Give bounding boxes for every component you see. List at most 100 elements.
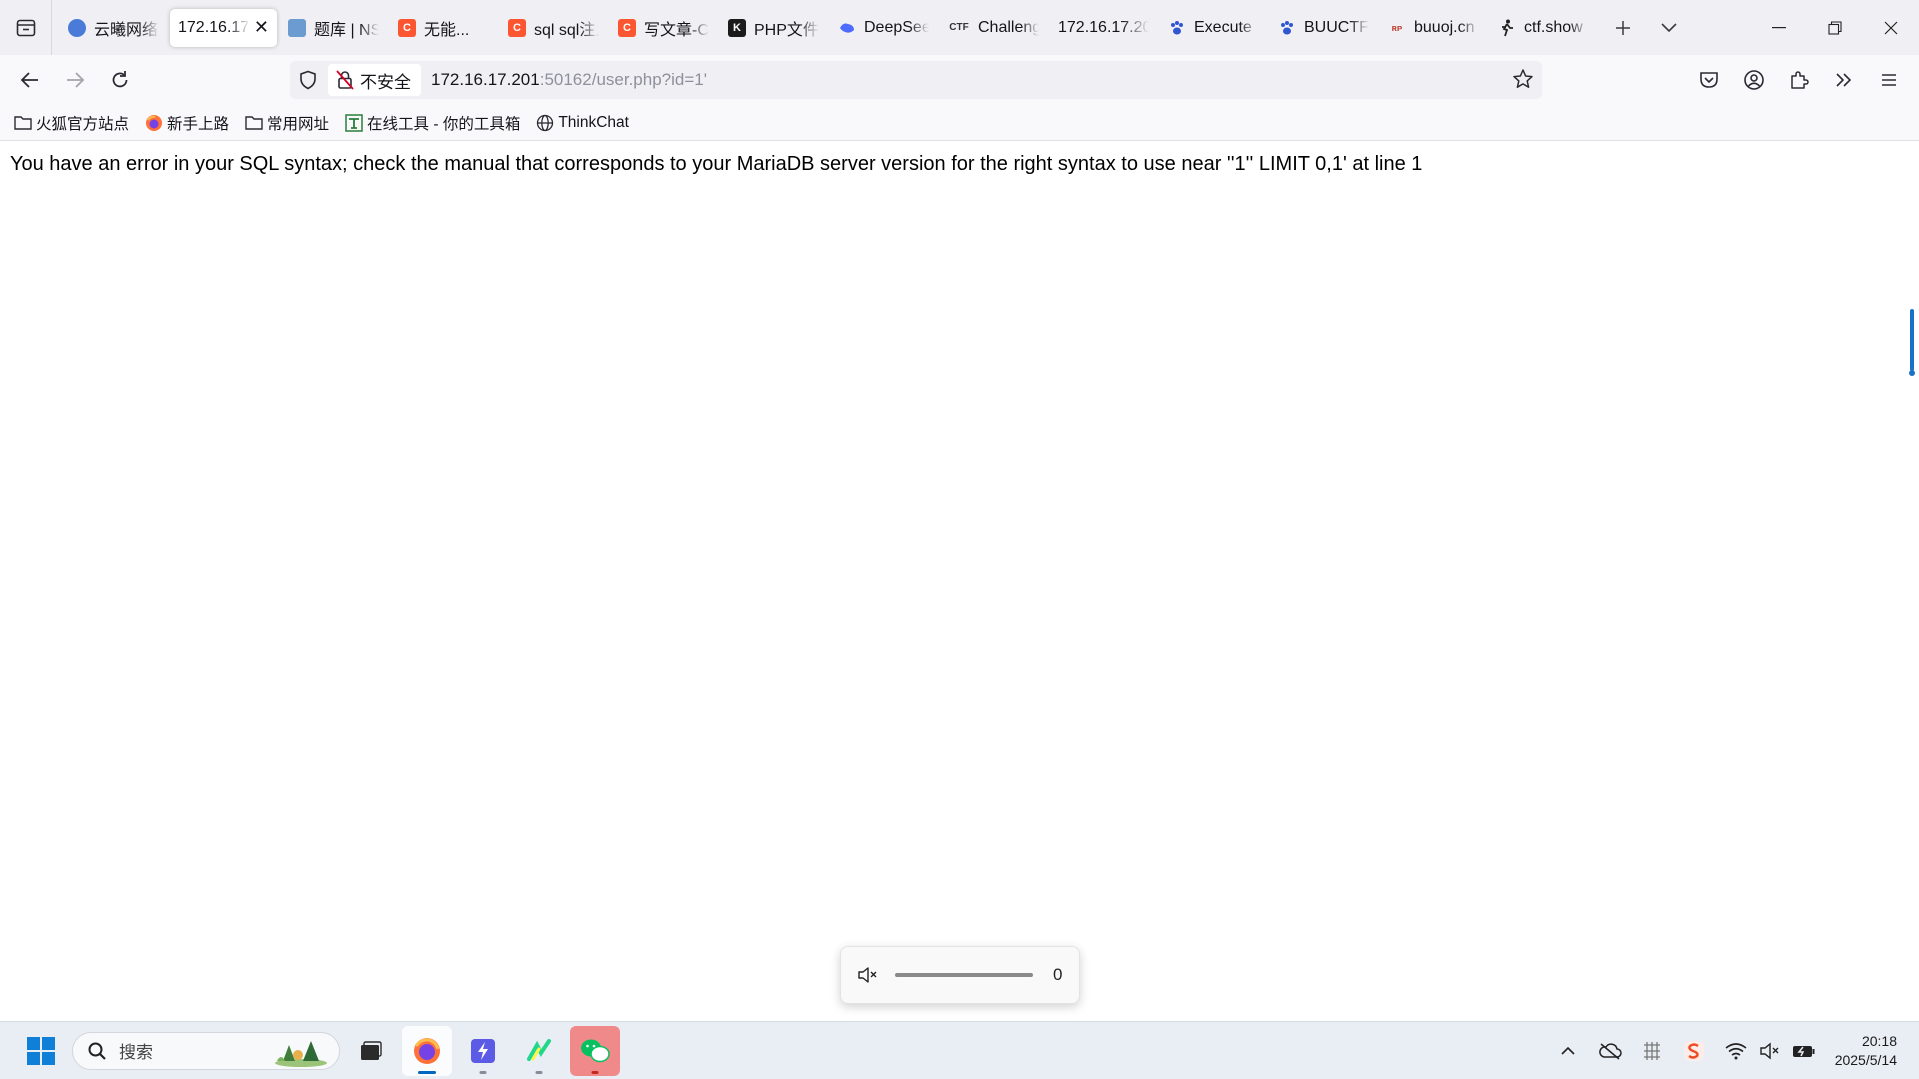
tracking-protection-button[interactable] xyxy=(290,61,326,99)
k-icon: K xyxy=(728,18,746,37)
minimize-icon xyxy=(1772,26,1786,28)
insecure-lock-icon xyxy=(336,70,354,90)
running-indicator xyxy=(591,1070,599,1074)
onedrive-button[interactable] xyxy=(1593,1031,1627,1071)
tab-title: BUUCTF xyxy=(1304,18,1369,36)
tab-csdn-2[interactable]: C sql sql注入 xyxy=(500,9,607,47)
connection-not-secure-button[interactable]: 不安全 xyxy=(328,64,421,96)
tab-strip: 云曦网络 172.16.17.201 ✕ 题库 | NSS C 无能... C … xyxy=(0,0,1919,55)
url-text[interactable]: 172.16.17.201:50162/user.php?id=1' xyxy=(431,70,707,90)
taskbar-firefox[interactable] xyxy=(402,1025,452,1076)
new-tab-button[interactable] xyxy=(1600,0,1646,55)
bookmark-online-tools[interactable]: 在线工具 - 你的工具箱 xyxy=(345,112,520,134)
taskbar-search-box[interactable]: 搜索 xyxy=(72,1031,340,1070)
taskbar-wechat[interactable] xyxy=(570,1025,620,1076)
tab-title: 题库 | NSS xyxy=(314,21,379,39)
window-controls xyxy=(1751,0,1919,55)
baidu-paw-icon xyxy=(1168,19,1186,37)
speaker-muted-icon[interactable] xyxy=(857,966,879,984)
nss-icon xyxy=(288,18,306,37)
overflow-chevron-button[interactable] xyxy=(1822,58,1866,102)
volume-button[interactable] xyxy=(1753,1031,1787,1071)
start-button[interactable] xyxy=(20,1030,62,1072)
running-indicator xyxy=(479,1070,487,1074)
tab-ctfshow[interactable]: ctf.show xyxy=(1490,9,1597,47)
runner-icon xyxy=(1498,19,1516,37)
tab-nss[interactable]: 题库 | NSS xyxy=(280,9,387,47)
bookmark-star-button[interactable] xyxy=(1512,68,1534,95)
taskbar-jetbrains-app[interactable] xyxy=(514,1026,564,1076)
lightning-app-icon xyxy=(471,1038,495,1063)
tab-execute[interactable]: Execute xyxy=(1160,9,1267,47)
bookmark-common-sites[interactable]: 常用网址 xyxy=(245,112,329,134)
forward-button[interactable] xyxy=(53,58,97,102)
taskbar-clock[interactable]: 20:18 2025/5/14 xyxy=(1835,1032,1897,1070)
network-button[interactable] xyxy=(1719,1031,1753,1071)
restore-icon xyxy=(1828,20,1842,35)
show-hidden-icons-button[interactable] xyxy=(1551,1031,1585,1071)
taskbar-dev-app[interactable] xyxy=(458,1026,508,1076)
bookmark-label: 在线工具 - 你的工具箱 xyxy=(367,115,521,133)
tab-title: 写文章-CSDN xyxy=(644,21,709,39)
extensions-button[interactable] xyxy=(1777,58,1821,102)
tab-deepseek[interactable]: DeepSeek xyxy=(830,9,937,47)
tab-buuoj[interactable]: ʀᴘ buuoj.cn xyxy=(1380,9,1487,47)
cloud-icon xyxy=(68,18,86,37)
url-bar[interactable]: 不安全 172.16.17.201:50162/user.php?id=1' xyxy=(290,61,1542,99)
close-icon[interactable]: ✕ xyxy=(254,17,269,38)
csdn-icon: C xyxy=(508,18,526,37)
bookmarks-toolbar: 火狐官方站点 新手上路 常用网址 在线工具 - 你的工具箱 ThinkChat xyxy=(0,105,1919,141)
globe-icon xyxy=(536,114,554,132)
tab-172-second[interactable]: 172.16.17.201 xyxy=(1050,9,1157,47)
tab-challenges[interactable]: CTF Challenges xyxy=(940,9,1047,47)
tab-title: Execute xyxy=(1194,18,1252,36)
firefox-icon xyxy=(145,114,163,132)
plus-icon xyxy=(1616,20,1630,35)
back-button[interactable] xyxy=(8,58,52,102)
star-icon xyxy=(1513,69,1533,88)
chevron-down-icon xyxy=(1661,22,1677,32)
windows-logo-icon xyxy=(27,1036,55,1065)
tab-php[interactable]: K PHP文件 xyxy=(720,9,827,47)
tab-csdn-3[interactable]: C 写文章-CSDN xyxy=(610,9,717,47)
close-icon xyxy=(1884,21,1898,34)
pocket-icon xyxy=(1700,72,1718,88)
csdn-icon: C xyxy=(618,18,636,37)
tab-buuctf[interactable]: BUUCTF xyxy=(1270,9,1377,47)
close-window-button[interactable] xyxy=(1863,0,1919,55)
tab-yunxi[interactable]: 云曦网络 xyxy=(60,9,167,47)
sogou-input-button[interactable] xyxy=(1677,1031,1711,1071)
battery-charging-icon xyxy=(1792,1046,1815,1057)
url-host: 172.16.17.201 xyxy=(431,70,540,89)
bookmark-getting-started[interactable]: 新手上路 xyxy=(145,112,229,134)
double-chevron-icon xyxy=(1836,73,1852,87)
task-view-button[interactable] xyxy=(346,1026,396,1076)
tab-active-172[interactable]: 172.16.17.201 ✕ xyxy=(170,8,277,47)
scroll-indicator[interactable] xyxy=(1909,309,1915,379)
account-button[interactable] xyxy=(1732,58,1776,102)
grid-app-icon xyxy=(1643,1042,1660,1060)
taskbar: 搜索 20:18 2025/5/14 xyxy=(0,1021,1919,1079)
list-all-tabs-button[interactable] xyxy=(1646,0,1692,55)
navigation-toolbar: 不安全 172.16.17.201:50162/user.php?id=1' xyxy=(0,55,1919,105)
speaker-muted-icon xyxy=(1760,1042,1779,1060)
clock-date: 2025/5/14 xyxy=(1834,1052,1897,1068)
csdn-icon: C xyxy=(398,18,416,37)
bookmark-firefox-official[interactable]: 火狐官方站点 xyxy=(14,112,129,134)
tab-title: buuoj.cn xyxy=(1414,18,1475,36)
minimize-button[interactable] xyxy=(1751,0,1807,55)
pocket-button[interactable] xyxy=(1687,58,1731,102)
clock-time: 20:18 xyxy=(1861,1033,1897,1049)
volume-value: 0 xyxy=(1053,965,1063,984)
reload-button[interactable] xyxy=(98,58,142,102)
tab-csdn-1[interactable]: C 无能... xyxy=(390,9,497,47)
tab-title: 无能... xyxy=(424,21,470,39)
bookmark-thinkchat[interactable]: ThinkChat xyxy=(536,114,629,132)
app-menu-button[interactable] xyxy=(1867,58,1911,102)
tray-app-button[interactable] xyxy=(1635,1031,1669,1071)
battery-button[interactable] xyxy=(1787,1031,1821,1071)
firefox-view-button[interactable] xyxy=(0,0,52,55)
volume-slider[interactable] xyxy=(895,973,1033,977)
restore-button[interactable] xyxy=(1807,0,1863,55)
volume-flyout: 0 xyxy=(840,946,1080,1004)
